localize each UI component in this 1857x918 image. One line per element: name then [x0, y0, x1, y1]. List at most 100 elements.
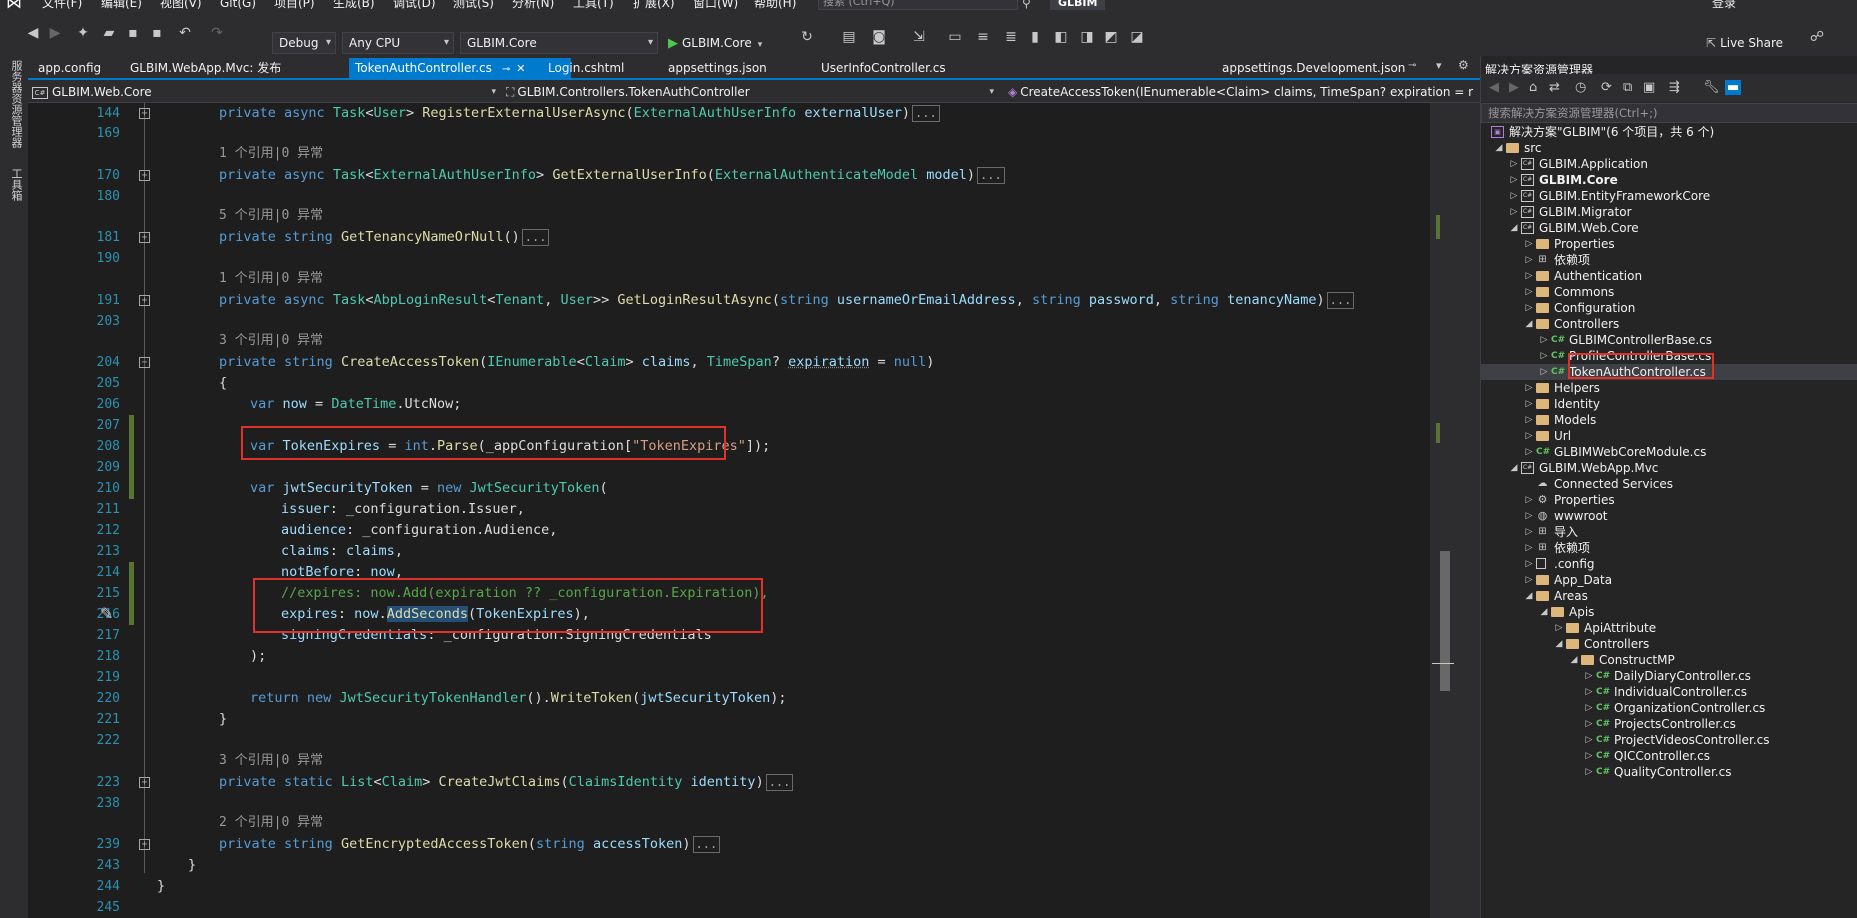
member-nav-combo[interactable]: ◈ CreateAccessToken(IEnumerable<Claim> cl…: [1008, 83, 1478, 102]
save-icon[interactable]: ▪: [124, 24, 142, 42]
collapsed-arrow-icon[interactable]: ▷: [1539, 364, 1549, 380]
expanded-arrow-icon[interactable]: ◢: [1494, 140, 1504, 156]
tree-item[interactable]: ▷ Helpers: [1481, 380, 1857, 396]
collapse-icon[interactable]: −: [139, 357, 150, 368]
codelens[interactable]: 1 个引用|0 异常: [219, 269, 323, 289]
sign-in-link[interactable]: 登录: [1712, 0, 1736, 10]
solution-config-combo[interactable]: Debug ▾: [272, 32, 336, 54]
expanded-arrow-icon[interactable]: ◢: [1509, 220, 1519, 236]
tab-pin-icon[interactable]: ⊸: [1408, 60, 1416, 71]
expanded-arrow-icon[interactable]: ◢: [1524, 316, 1534, 332]
quick-launch-input[interactable]: 搜索 (Ctrl+Q): [818, 0, 1018, 10]
tree-item[interactable]: ▷ Models: [1481, 412, 1857, 428]
collapsed-arrow-icon[interactable]: ▷: [1509, 172, 1519, 188]
new-item-icon[interactable]: ✦: [74, 24, 92, 42]
tree-item[interactable]: ◢ Controllers: [1481, 316, 1857, 332]
menu-project[interactable]: 项目(P): [274, 0, 315, 10]
server-explorer-tab[interactable]: 服务器资源管理器: [8, 60, 24, 148]
collapsed-arrow-icon[interactable]: ▷: [1524, 540, 1534, 556]
menu-help[interactable]: 帮助(H): [754, 0, 796, 10]
tree-item[interactable]: ▷ C# ProjectsController.cs: [1481, 716, 1857, 732]
close-icon[interactable]: ✕: [516, 62, 525, 75]
collapsed-arrow-icon[interactable]: ▷: [1524, 556, 1534, 572]
toolbox-tab[interactable]: 工具箱: [8, 168, 24, 201]
tree-item[interactable]: ▷ App_Data: [1481, 572, 1857, 588]
collapsed-arrow-icon[interactable]: ▷: [1509, 156, 1519, 172]
tab-list-chevron-icon[interactable]: ▾: [1436, 59, 1442, 72]
prev-bookmark-icon[interactable]: ◧: [1052, 28, 1070, 46]
next-bookmark-icon[interactable]: ◨: [1078, 28, 1096, 46]
tree-item[interactable]: ▷ Url: [1481, 428, 1857, 444]
tree-item[interactable]: ▷ Properties: [1481, 236, 1857, 252]
collapsed-arrow-icon[interactable]: ▷: [1524, 236, 1534, 252]
codelens[interactable]: 3 个引用|0 异常: [219, 751, 323, 771]
menu-build[interactable]: 生成(B): [333, 0, 375, 10]
save-all-icon[interactable]: ▪: [148, 24, 166, 42]
bookmark-folder-icon[interactable]: ▭: [946, 28, 964, 46]
tree-item[interactable]: ◢ Apis: [1481, 604, 1857, 620]
startup-project-combo[interactable]: GLBIM.Core ▾: [460, 32, 658, 54]
tree-item[interactable]: ▷ C# GLBIMWebCoreModule.cs: [1481, 444, 1857, 460]
tree-item[interactable]: ▷ C# IndividualController.cs: [1481, 684, 1857, 700]
collapsed-arrow-icon[interactable]: ▷: [1584, 732, 1594, 748]
tree-item[interactable]: ▷ C# QICController.cs: [1481, 748, 1857, 764]
browser-link-icon[interactable]: ▤: [840, 28, 858, 46]
expand-icon[interactable]: +: [139, 295, 150, 306]
uncomment-icon[interactable]: ≣: [1002, 28, 1020, 46]
codelens[interactable]: 2 个引用|0 异常: [219, 813, 323, 833]
expanded-arrow-icon[interactable]: ◢: [1509, 460, 1519, 476]
collapsed-region[interactable]: ...: [912, 105, 940, 122]
tab-token-auth-controller[interactable]: TokenAuthController.cs ⊸ ✕: [349, 58, 571, 78]
collapse-all-icon[interactable]: ⧉: [1623, 80, 1632, 95]
tree-item[interactable]: ◢ ConstructMP: [1481, 652, 1857, 668]
tab-login-cshtml[interactable]: Login.cshtml: [542, 58, 630, 78]
expand-icon[interactable]: +: [139, 232, 150, 243]
expanded-arrow-icon[interactable]: ◢: [1539, 604, 1549, 620]
collapsed-region[interactable]: ...: [977, 167, 1005, 184]
menu-extensions[interactable]: 扩展(X): [633, 0, 675, 10]
collapsed-arrow-icon[interactable]: ▷: [1524, 524, 1534, 540]
tree-item[interactable]: ▷ Identity: [1481, 396, 1857, 412]
back-icon[interactable]: ◀: [1489, 80, 1499, 95]
tree-item[interactable]: ☁ Connected Services: [1481, 476, 1857, 492]
collapsed-region[interactable]: ...: [521, 229, 550, 246]
next-bookmark-folder-icon[interactable]: ◩: [1102, 28, 1120, 46]
tree-item[interactable]: ◢ C# GLBIM.Web.Core: [1481, 220, 1857, 236]
collapsed-arrow-icon[interactable]: ▷: [1524, 396, 1534, 412]
collapsed-arrow-icon[interactable]: ▷: [1524, 508, 1534, 524]
tree-item[interactable]: ▷ ⊞ 依赖项: [1481, 252, 1857, 268]
tree-item[interactable]: ▣ 解决方案"GLBIM"(6 个项目，共 6 个): [1481, 124, 1857, 140]
show-files-icon[interactable]: ▣: [1643, 80, 1655, 95]
tree-item[interactable]: ▷ C# GLBIMControllerBase.cs: [1481, 332, 1857, 348]
tab-publish[interactable]: GLBIM.WebApp.Mvc: 发布: [124, 58, 287, 78]
tree-item[interactable]: ▷ C# QualityController.cs: [1481, 764, 1857, 780]
sync-icon[interactable]: ⟳: [1601, 80, 1612, 95]
collapsed-arrow-icon[interactable]: ▷: [1524, 412, 1534, 428]
back-icon[interactable]: ◀: [24, 24, 42, 42]
scroll-thumb[interactable]: [1440, 551, 1450, 691]
live-share-button[interactable]: ⇱ Live Share: [1706, 34, 1783, 52]
tree-item[interactable]: ◢ Controllers: [1481, 636, 1857, 652]
collapsed-arrow-icon[interactable]: ▷: [1554, 620, 1564, 636]
collapsed-arrow-icon[interactable]: ▷: [1509, 188, 1519, 204]
expanded-arrow-icon[interactable]: ◢: [1569, 652, 1579, 668]
preview-icon[interactable]: ▬: [1725, 80, 1742, 95]
tab-appsettings-json[interactable]: appsettings.json: [662, 58, 773, 78]
tree-item[interactable]: ▷ ⚙ Properties: [1481, 492, 1857, 508]
collapsed-arrow-icon[interactable]: ▷: [1584, 716, 1594, 732]
step-icon[interactable]: ⇲: [910, 28, 928, 46]
start-debugging-button[interactable]: ▶ GLBIM.Core ▾: [668, 32, 762, 54]
filter-icon[interactable]: ⇶: [1669, 80, 1680, 95]
tree-item[interactable]: ◢ C# GLBIM.WebApp.Mvc: [1481, 460, 1857, 476]
codelens[interactable]: 3 个引用|0 异常: [219, 331, 323, 351]
tab-app-config[interactable]: app.config: [32, 58, 107, 78]
pin-icon[interactable]: ⊸: [502, 64, 510, 75]
tree-item[interactable]: ▷ Authentication: [1481, 268, 1857, 284]
menu-edit[interactable]: 编辑(E): [101, 0, 142, 10]
codelens[interactable]: 5 个引用|0 异常: [219, 206, 323, 226]
expanded-arrow-icon[interactable]: ◢: [1554, 636, 1564, 652]
tree-item[interactable]: ▷ C# DailyDiaryController.cs: [1481, 668, 1857, 684]
expand-icon[interactable]: +: [139, 839, 150, 850]
tree-item[interactable]: ▷ .config: [1481, 556, 1857, 572]
collapsed-arrow-icon[interactable]: ▷: [1539, 332, 1549, 348]
